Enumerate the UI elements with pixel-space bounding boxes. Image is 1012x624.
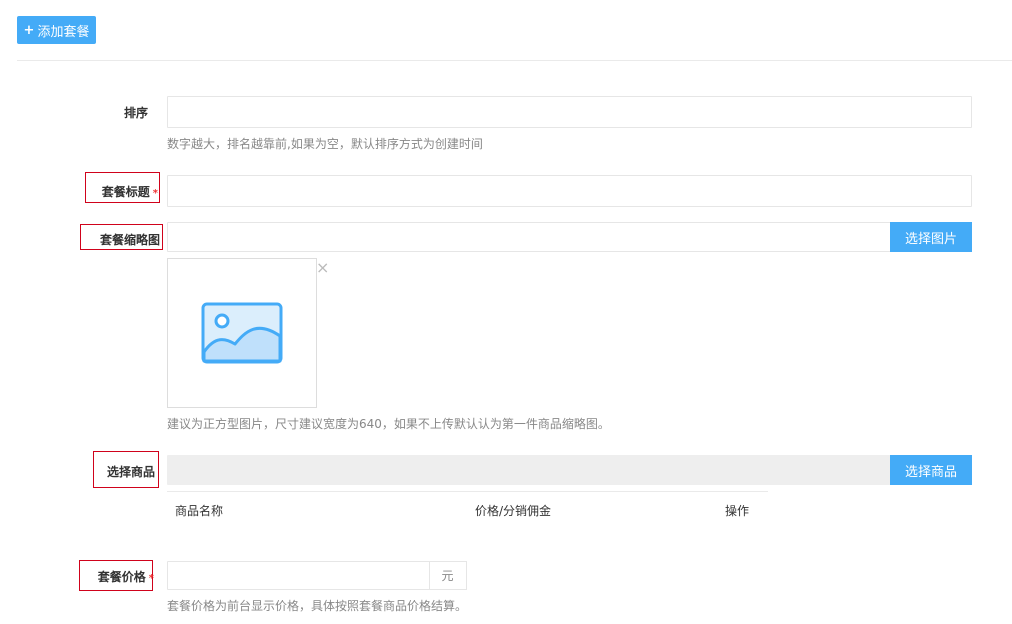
title-label: 套餐标题 * — [101, 185, 158, 199]
required-mark: * — [148, 573, 154, 584]
column-goods-name: 商品名称 — [175, 504, 224, 518]
sort-label: 排序 — [123, 106, 148, 120]
thumbnail-hint: 建议为正方型图片，尺寸建议宽度为640，如果不上传默认认为第一件商品缩略图。 — [167, 417, 610, 431]
title-input[interactable] — [167, 175, 972, 207]
plus-icon: + — [23, 22, 35, 38]
select-image-button[interactable]: 选择图片 — [890, 222, 972, 252]
price-unit: 元 — [429, 561, 467, 590]
thumbnail-input[interactable] — [167, 222, 891, 252]
goods-table-header: 商品名称 价格/分销佣金 操作 — [167, 491, 768, 527]
price-hint: 套餐价格为前台显示价格，具体按照套餐商品价格结算。 — [167, 599, 468, 613]
add-package-button[interactable]: + 添加套餐 — [17, 16, 96, 44]
goods-label: 选择商品 — [106, 465, 155, 479]
sort-hint: 数字越大，排名越靠前,如果为空，默认排序方式为创建时间 — [167, 137, 483, 151]
price-label: 套餐价格 * — [97, 570, 154, 584]
divider — [17, 60, 1012, 61]
thumbnail-preview — [167, 258, 317, 408]
price-input[interactable] — [167, 561, 430, 590]
column-actions: 操作 — [725, 504, 750, 518]
goods-selected-display — [167, 455, 891, 485]
add-package-label: 添加套餐 — [37, 24, 90, 40]
sort-input[interactable] — [167, 96, 972, 128]
required-mark: * — [152, 188, 158, 199]
remove-image-icon[interactable]: × — [316, 260, 329, 276]
image-placeholder-icon — [201, 302, 283, 364]
select-goods-button[interactable]: 选择商品 — [890, 455, 972, 485]
column-price-commission: 价格/分销佣金 — [475, 504, 552, 518]
thumbnail-label: 套餐缩略图 — [99, 233, 160, 247]
